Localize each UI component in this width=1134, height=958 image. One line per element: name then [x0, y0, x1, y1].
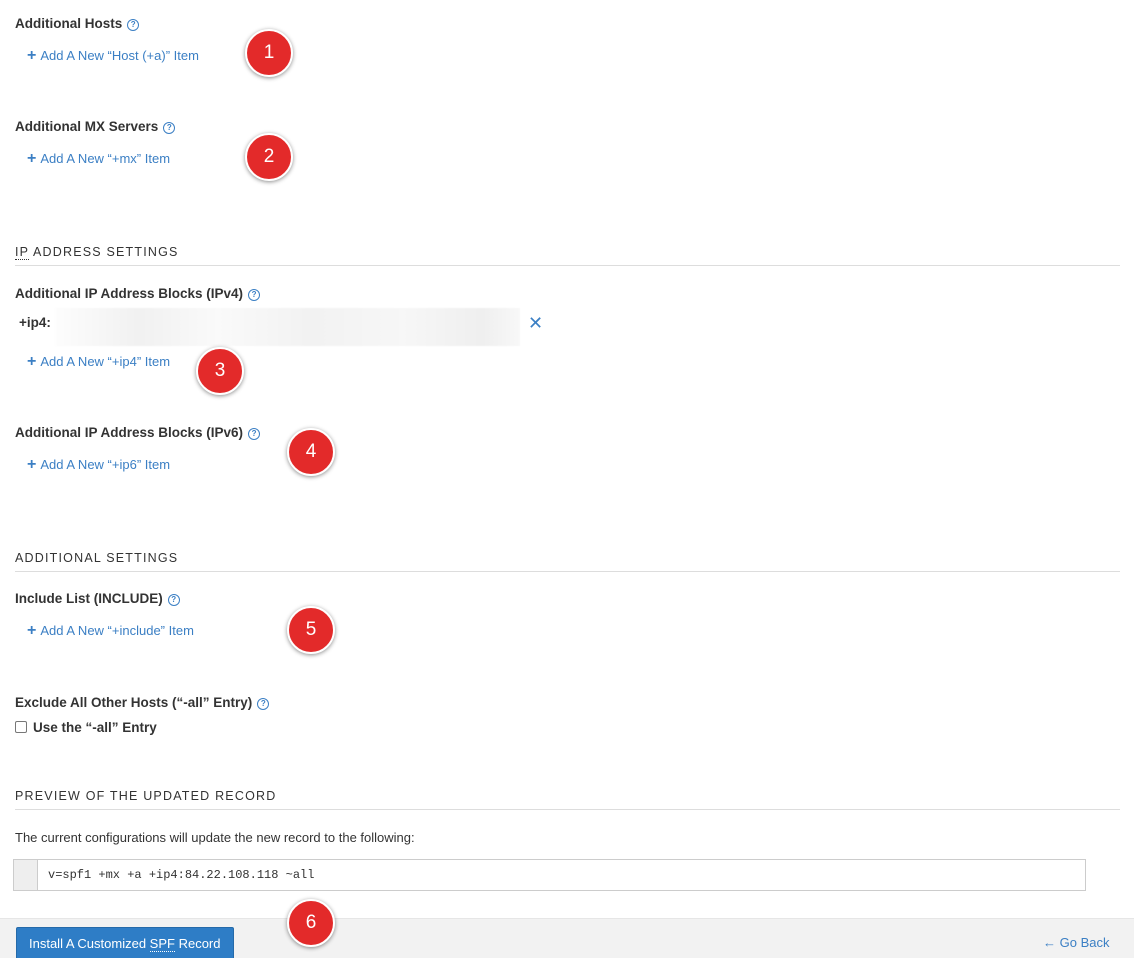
add-ipv4-item-link[interactable]: + Add A New “+ip4” Item — [27, 353, 170, 370]
additional-hosts-label: Additional Hosts? — [15, 16, 140, 31]
record-addon — [14, 860, 38, 890]
plus-icon: + — [27, 47, 37, 64]
additional-settings-heading: ADDITIONAL SETTINGS — [15, 551, 179, 565]
record-preview-box: v=spf1 +mx +a +ip4:84.22.108.118 ~all — [13, 859, 1086, 891]
callout-badge-4: 4 — [287, 428, 335, 476]
callout-badge-6: 6 — [287, 899, 335, 947]
record-preview-value: v=spf1 +mx +a +ip4:84.22.108.118 ~all — [38, 860, 1085, 890]
preview-description: The current configurations will update t… — [15, 830, 415, 845]
question-circle-icon[interactable]: ? — [127, 19, 140, 31]
exclude-all-label: Exclude All Other Hosts (“-all” Entry)? — [15, 695, 270, 710]
callout-badge-3: 3 — [196, 347, 244, 395]
add-ipv6-item-link[interactable]: + Add A New “+ip6” Item — [27, 456, 170, 473]
plus-icon: + — [27, 353, 37, 370]
ipv4-blocks-label: Additional IP Address Blocks (IPv4)? — [15, 286, 261, 301]
plus-icon: + — [27, 622, 37, 639]
add-mx-item-link[interactable]: + Add A New “+mx” Item — [27, 150, 170, 167]
callout-badge-1: 1 — [245, 29, 293, 77]
use-all-entry-option[interactable]: Use the “-all” Entry — [15, 720, 157, 735]
question-circle-icon[interactable]: ? — [163, 122, 176, 134]
section-divider — [15, 571, 1120, 572]
callout-badge-2: 2 — [245, 133, 293, 181]
use-all-entry-checkbox[interactable] — [15, 721, 27, 733]
add-include-item-link[interactable]: + Add A New “+include” Item — [27, 622, 194, 639]
callout-badge-5: 5 — [287, 606, 335, 654]
plus-icon: + — [27, 150, 37, 167]
ipv6-blocks-label: Additional IP Address Blocks (IPv6)? — [15, 425, 261, 440]
add-host-item-link[interactable]: + Add A New “Host (+a)” Item — [27, 47, 199, 64]
ip-address-settings-heading: IP ADDRESS SETTINGS — [15, 245, 179, 260]
question-circle-icon[interactable]: ? — [167, 594, 180, 606]
include-list-label: Include List (INCLUDE)? — [15, 591, 180, 606]
section-divider — [15, 809, 1120, 810]
plus-icon: + — [27, 456, 37, 473]
question-circle-icon[interactable]: ? — [248, 428, 261, 440]
question-circle-icon[interactable]: ? — [248, 289, 261, 301]
section-divider — [15, 265, 1120, 266]
go-back-link[interactable]: ← Go Back — [1043, 935, 1109, 950]
preview-heading: PREVIEW OF THE UPDATED RECORD — [15, 789, 277, 803]
ipv4-entry-prefix: +ip4: — [19, 315, 51, 330]
install-spf-record-button[interactable]: Install A Customized SPF Record — [16, 927, 234, 958]
ipv4-entry-value[interactable] — [55, 308, 520, 346]
close-icon[interactable]: ✕ — [528, 313, 543, 334]
additional-mx-label: Additional MX Servers? — [15, 119, 176, 134]
arrow-left-icon: ← — [1043, 935, 1056, 950]
question-circle-icon[interactable]: ? — [257, 698, 270, 710]
